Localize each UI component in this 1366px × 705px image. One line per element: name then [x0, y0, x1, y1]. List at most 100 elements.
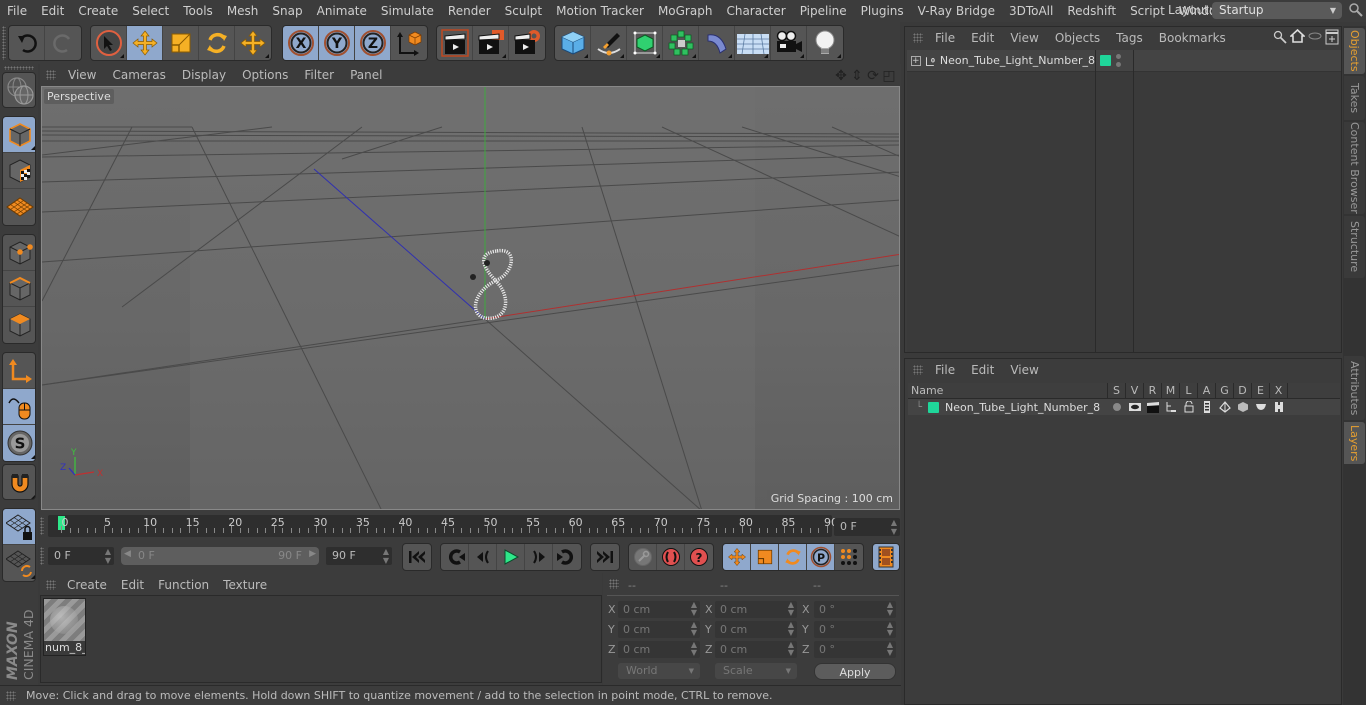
layer-column-x[interactable]: X — [1270, 383, 1288, 398]
layer-row[interactable]: └ Neon_Tube_Light_Number_8 — [908, 399, 1340, 415]
menu-script[interactable]: Script — [1123, 4, 1172, 18]
render-view-button[interactable] — [437, 26, 473, 60]
pan-view-icon[interactable]: ✥ — [833, 68, 849, 84]
panel-grip[interactable] — [913, 365, 923, 375]
menu-redshift[interactable]: Redshift — [1060, 4, 1123, 18]
animation-toggle[interactable] — [1198, 399, 1216, 415]
rotation-key-toggle[interactable] — [779, 544, 807, 570]
spinner-icon[interactable]: ▲ ▼ — [383, 547, 389, 565]
layer-column-a[interactable]: A — [1198, 383, 1216, 398]
range-right-arrow-icon[interactable]: ▶ — [309, 549, 316, 559]
menu-v-ray-bridge[interactable]: V-Ray Bridge — [911, 4, 1002, 18]
tab-objects[interactable]: Objects — [1344, 28, 1365, 74]
camera-label[interactable]: Perspective — [44, 89, 114, 104]
tab-content-browser[interactable]: Content Browser — [1344, 122, 1365, 214]
layer-column-l[interactable]: L — [1180, 383, 1198, 398]
new-window-icon[interactable] — [1325, 29, 1339, 45]
rotation-y-field[interactable]: 0 ° ▲ ▼ — [814, 621, 896, 638]
workplane-mode-button[interactable] — [3, 189, 35, 225]
min-frame-field[interactable]: 0 F ▲ ▼ — [48, 547, 114, 565]
make-editable-button[interactable] — [3, 73, 35, 107]
menu-simulate[interactable]: Simulate — [374, 4, 441, 18]
scale-key-toggle[interactable] — [751, 544, 779, 570]
deformers-toggle[interactable] — [1234, 399, 1252, 415]
spinner-icon[interactable]: ▲ ▼ — [691, 601, 697, 617]
rotate-view-icon[interactable]: ⟳ — [865, 68, 881, 84]
layers-menu-view[interactable]: View — [1002, 363, 1046, 377]
menu-edit[interactable]: Edit — [34, 4, 71, 18]
add-spline-pen-button[interactable] — [591, 26, 627, 60]
coordinate-system-button[interactable] — [391, 26, 427, 60]
menu-select[interactable]: Select — [125, 4, 176, 18]
layer-column-s[interactable]: S — [1108, 383, 1126, 398]
position-z-field[interactable]: 0 cm ▲ ▼ — [618, 641, 700, 658]
spinner-icon[interactable]: ▲ ▼ — [691, 621, 697, 637]
layer-column-d[interactable]: D — [1234, 383, 1252, 398]
material-menu-function[interactable]: Function — [151, 578, 216, 592]
points-mode-button[interactable] — [3, 235, 35, 271]
panel-grip[interactable] — [40, 547, 44, 565]
keyframe-selection-button[interactable]: ? — [685, 544, 713, 570]
tweak-mode-button[interactable] — [3, 389, 35, 425]
toolbar-grip[interactable] — [2, 26, 6, 60]
viewport-canvas[interactable]: Y X Z Perspective Grid Spacing : 100 cm — [41, 86, 900, 510]
position-y-field[interactable]: 0 cm ▲ ▼ — [618, 621, 700, 638]
spinner-icon[interactable]: ▲ ▼ — [887, 641, 893, 657]
size-x-field[interactable]: 0 cm ▲ ▼ — [715, 601, 797, 618]
render-settings-button[interactable] — [509, 26, 545, 60]
objects-menu-tags[interactable]: Tags — [1108, 31, 1151, 45]
layout-dropdown[interactable]: Startup — [1212, 2, 1342, 19]
z-axis-lock-button[interactable]: Z — [355, 26, 391, 60]
objects-menu-edit[interactable]: Edit — [963, 31, 1002, 45]
menu-3dtoall[interactable]: 3DToAll — [1002, 4, 1060, 18]
add-light-button[interactable] — [807, 26, 843, 60]
viewport-menu-view[interactable]: View — [60, 68, 104, 82]
position-key-toggle[interactable] — [723, 544, 751, 570]
edges-mode-button[interactable] — [3, 271, 35, 307]
tab-layers[interactable]: Layers — [1344, 422, 1365, 464]
polygons-mode-button[interactable] — [3, 307, 35, 343]
solo-toggle[interactable] — [1108, 399, 1126, 415]
render-to-picture-viewer-button[interactable] — [473, 26, 509, 60]
generators-toggle[interactable] — [1216, 399, 1234, 415]
manager-toggle[interactable] — [1162, 399, 1180, 415]
layers-menu-file[interactable]: File — [927, 363, 963, 377]
material-item[interactable]: num_8_ — [43, 598, 86, 656]
object-name[interactable]: Neon_Tube_Light_Number_8 — [940, 54, 1095, 67]
tab-attributes[interactable]: Attributes — [1344, 356, 1365, 420]
menu-plugins[interactable]: Plugins — [854, 4, 911, 18]
spinner-icon[interactable]: ▲ ▼ — [788, 601, 794, 617]
move-tool-button[interactable] — [127, 26, 163, 60]
viewport-menu-panel[interactable]: Panel — [342, 68, 390, 82]
previous-frame-button[interactable] — [469, 544, 497, 570]
home-icon[interactable] — [1290, 29, 1305, 44]
menu-motion-tracker[interactable]: Motion Tracker — [549, 4, 651, 18]
menu-animate[interactable]: Animate — [310, 4, 374, 18]
spinner-icon[interactable]: ▲ ▼ — [788, 641, 794, 657]
add-deformer-button[interactable] — [699, 26, 735, 60]
toggle-view-icon[interactable] — [1308, 31, 1322, 41]
add-camera-button[interactable] — [771, 26, 807, 60]
zoom-view-icon[interactable]: ⇕ — [849, 68, 865, 84]
editor-visibility-dot[interactable] — [1116, 54, 1121, 59]
next-key-button[interactable] — [553, 544, 581, 570]
layer-column-v[interactable]: V — [1126, 383, 1144, 398]
spinner-icon[interactable]: ▲ ▼ — [887, 621, 893, 637]
size-mode-dropdown[interactable]: Scale — [715, 663, 797, 679]
panel-grip[interactable] — [6, 691, 16, 701]
apply-button[interactable]: Apply — [814, 663, 896, 680]
spinner-icon[interactable]: ▲ ▼ — [887, 601, 893, 617]
menu-create[interactable]: Create — [71, 4, 125, 18]
max-frame-field[interactable]: 90 F ▲ ▼ — [326, 547, 392, 565]
previous-key-button[interactable] — [441, 544, 469, 570]
y-axis-lock-button[interactable]: Y — [319, 26, 355, 60]
locked-toggle[interactable] — [1180, 399, 1198, 415]
menu-file[interactable]: File — [0, 4, 34, 18]
layer-color-swatch[interactable] — [1100, 55, 1111, 66]
objects-menu-file[interactable]: File — [927, 31, 963, 45]
open-timeline-button[interactable] — [873, 544, 899, 570]
menu-render[interactable]: Render — [441, 4, 498, 18]
expand-icon[interactable]: + — [911, 55, 921, 66]
xref-toggle[interactable] — [1270, 399, 1288, 415]
menu-character[interactable]: Character — [719, 4, 792, 18]
